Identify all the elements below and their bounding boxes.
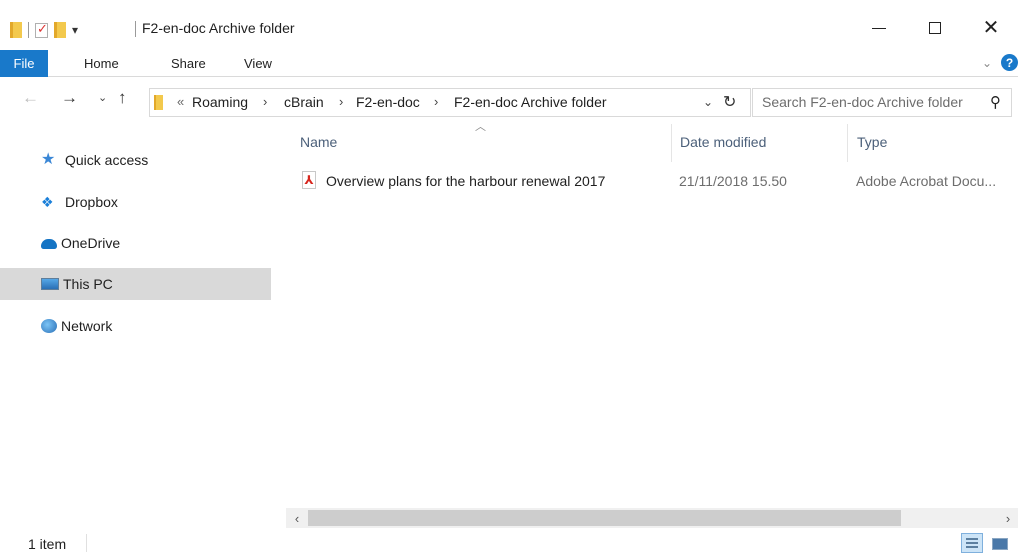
- ribbon-tabs: File Home Share View ⌄: [0, 50, 1018, 77]
- details-view-icon[interactable]: [961, 533, 983, 553]
- nav-item-onedrive[interactable]: OneDrive: [0, 227, 271, 259]
- item-count: 1 item: [28, 536, 67, 552]
- search-placeholder: Search F2-en-doc Archive folder: [762, 94, 963, 110]
- nav-item-label: Dropbox: [65, 194, 118, 210]
- breadcrumb-cbrain[interactable]: cBrain: [284, 94, 324, 110]
- navigation-pane: ★ Quick access ❖ Dropbox OneDrive This P…: [0, 124, 283, 524]
- breadcrumb-chevron-icon[interactable]: ›: [263, 94, 267, 109]
- customize-toolbar-dropdown-icon[interactable]: ▾: [72, 24, 78, 36]
- tab-file[interactable]: File: [0, 50, 48, 77]
- navigation-bar: ← → ⌄ ↑ « Roaming › cBrain › F2-en-doc ›…: [0, 80, 1018, 120]
- address-dropdown-chevron-icon[interactable]: ⌄: [703, 95, 713, 109]
- column-header-name[interactable]: Name: [300, 134, 337, 150]
- tab-share[interactable]: Share: [171, 50, 206, 77]
- dropbox-icon: ❖: [41, 194, 54, 210]
- sort-ascending-icon: ︿: [475, 121, 486, 133]
- pdf-icon: ⅄: [302, 171, 316, 189]
- minimize-icon: [872, 27, 886, 29]
- properties-icon[interactable]: [35, 21, 48, 38]
- status-bar: 1 item: [0, 530, 1018, 553]
- window-title: F2-en-doc Archive folder: [142, 20, 295, 36]
- file-row[interactable]: ⅄ Overview plans for the harbour renewal…: [286, 168, 1018, 196]
- file-type: Adobe Acrobat Docu...: [856, 173, 997, 189]
- maximize-button[interactable]: [912, 10, 958, 46]
- onedrive-cloud-icon: [41, 239, 57, 249]
- computer-icon: [41, 278, 59, 290]
- minimize-button[interactable]: [856, 10, 902, 46]
- status-separator: [86, 534, 87, 552]
- column-divider[interactable]: [671, 124, 672, 162]
- breadcrumb-roaming[interactable]: Roaming: [192, 94, 248, 110]
- breadcrumb-chevron-icon[interactable]: ›: [339, 94, 343, 109]
- search-icon[interactable]: ⚲: [990, 93, 1001, 111]
- large-icons-view-icon[interactable]: [989, 534, 1009, 552]
- breadcrumb-overflow[interactable]: «: [177, 94, 184, 109]
- title-separator: [135, 21, 136, 37]
- new-folder-icon[interactable]: [54, 22, 66, 38]
- scrollbar-thumb[interactable]: [308, 510, 901, 526]
- column-header-type[interactable]: Type: [857, 134, 887, 150]
- address-folder-icon: [154, 95, 163, 110]
- breadcrumb-archive-folder[interactable]: F2-en-doc Archive folder: [454, 94, 607, 110]
- back-arrow-icon[interactable]: ←: [22, 88, 39, 108]
- breadcrumb-chevron-icon[interactable]: ›: [434, 94, 438, 109]
- breadcrumb-f2-en-doc[interactable]: F2-en-doc: [356, 94, 420, 110]
- expand-ribbon-chevron-icon[interactable]: ⌄: [982, 56, 992, 70]
- column-divider[interactable]: [847, 124, 848, 162]
- quick-access-toolbar: ▾: [10, 17, 78, 43]
- close-button[interactable]: ✕: [968, 10, 1014, 46]
- refresh-icon[interactable]: ↻: [723, 92, 736, 112]
- network-icon: [41, 319, 57, 333]
- horizontal-scrollbar[interactable]: ‹ ›: [286, 508, 1018, 528]
- nav-item-label: This PC: [63, 276, 113, 292]
- tab-home[interactable]: Home: [84, 50, 119, 77]
- nav-item-this-pc[interactable]: This PC: [0, 268, 271, 300]
- nav-item-network[interactable]: Network: [0, 310, 271, 342]
- nav-item-label: OneDrive: [61, 235, 121, 251]
- nav-item-label: Network: [61, 318, 113, 334]
- file-date-modified: 21/11/2018 15.50: [679, 173, 787, 189]
- title-bar: ▾ F2-en-doc Archive folder ✕: [0, 0, 1018, 47]
- nav-item-dropbox[interactable]: ❖ Dropbox: [0, 186, 271, 218]
- maximize-icon: [929, 22, 941, 34]
- nav-item-label: Quick access: [65, 152, 149, 168]
- folder-icon[interactable]: [10, 22, 22, 38]
- recent-locations-chevron-icon[interactable]: ⌄: [98, 91, 107, 104]
- file-name[interactable]: Overview plans for the harbour renewal 2…: [326, 173, 605, 189]
- file-list: ︿ Name Date modified Type ⅄ Overview pla…: [286, 120, 1018, 506]
- toolbar-separator: [28, 22, 29, 38]
- address-bar[interactable]: « Roaming › cBrain › F2-en-doc › F2-en-d…: [149, 88, 751, 117]
- forward-arrow-icon[interactable]: →: [61, 88, 78, 108]
- search-box[interactable]: Search F2-en-doc Archive folder ⚲: [752, 88, 1012, 117]
- column-header-date-modified[interactable]: Date modified: [680, 134, 766, 150]
- close-icon: ✕: [982, 17, 1000, 39]
- up-arrow-icon[interactable]: ↑: [118, 88, 127, 108]
- nav-item-quick-access[interactable]: ★ Quick access: [0, 144, 271, 176]
- scroll-right-arrow-icon[interactable]: ›: [998, 508, 1018, 528]
- tab-view[interactable]: View: [244, 50, 272, 77]
- star-icon: ★: [41, 151, 56, 168]
- scroll-left-arrow-icon[interactable]: ‹: [286, 508, 308, 528]
- help-icon[interactable]: ?: [1001, 54, 1018, 71]
